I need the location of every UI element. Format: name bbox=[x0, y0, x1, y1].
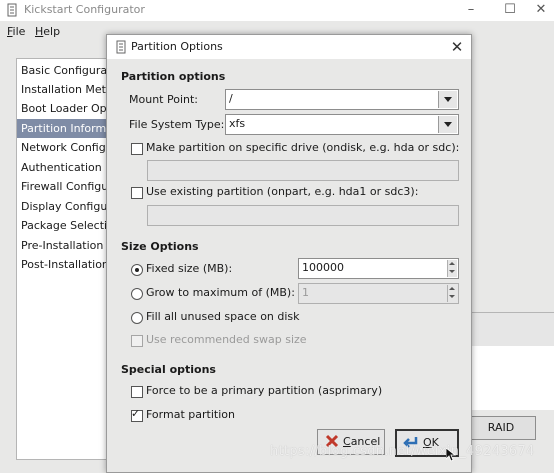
fs-type-dropdown-button[interactable] bbox=[438, 116, 457, 133]
mount-point-value: / bbox=[229, 92, 233, 105]
grow-value: 1 bbox=[302, 286, 309, 299]
fs-type-combo[interactable]: xfs bbox=[225, 114, 459, 135]
grow-label: Grow to maximum of (MB): bbox=[146, 286, 295, 299]
raid-button[interactable]: RAID bbox=[466, 416, 536, 440]
format-partition-label: Format partition bbox=[146, 408, 235, 421]
fs-type-value: xfs bbox=[229, 117, 246, 130]
grow-spinner[interactable]: 1 bbox=[298, 283, 459, 304]
window-title: Kickstart Configurator bbox=[24, 3, 145, 16]
fixed-size-value: 100000 bbox=[302, 261, 344, 274]
fixed-size-radio[interactable] bbox=[131, 264, 143, 276]
fill-disk-radio[interactable] bbox=[131, 312, 143, 324]
primary-partition-label: Force to be a primary partition (asprima… bbox=[146, 384, 383, 397]
dialog-titlebar: Partition Options ✕ bbox=[107, 35, 471, 59]
spin-down-icon bbox=[449, 295, 455, 298]
radio-selected-dot bbox=[135, 268, 139, 272]
spin-up-icon bbox=[449, 287, 455, 290]
partition-options-dialog: Partition Options ✕ Partition options Mo… bbox=[106, 34, 472, 473]
fixed-size-spin-buttons[interactable] bbox=[447, 260, 457, 277]
dialog-title: Partition Options bbox=[131, 40, 223, 53]
file-label-rest: ile bbox=[12, 25, 26, 38]
app-icon bbox=[7, 3, 17, 17]
fill-disk-label: Fill all unused space on disk bbox=[146, 310, 300, 323]
mount-point-label: Mount Point: bbox=[129, 93, 198, 106]
checkmark-icon: ✓ bbox=[131, 407, 141, 420]
existing-partition-checkbox[interactable] bbox=[131, 187, 143, 199]
chevron-down-icon bbox=[444, 97, 452, 102]
menu-help[interactable]: Help bbox=[35, 25, 60, 38]
chevron-down-icon bbox=[444, 122, 452, 127]
menu-file[interactable]: File bbox=[7, 25, 25, 38]
grow-spin-buttons[interactable] bbox=[447, 285, 457, 302]
maximize-button[interactable]: ☐ bbox=[497, 1, 523, 19]
grow-radio[interactable] bbox=[131, 288, 143, 300]
primary-partition-checkbox[interactable] bbox=[131, 386, 143, 398]
specific-drive-label: Make partition on specific drive (ondisk… bbox=[146, 141, 460, 154]
size-options-heading: Size Options bbox=[121, 240, 199, 253]
watermark: https://blog.csdn.net/weixin_49243674 bbox=[270, 444, 535, 459]
format-partition-checkbox[interactable]: ✓ bbox=[131, 407, 143, 422]
fixed-size-label: Fixed size (MB): bbox=[146, 262, 233, 275]
fs-type-label: File System Type: bbox=[129, 118, 225, 131]
mount-point-dropdown-button[interactable] bbox=[438, 91, 457, 108]
special-options-heading: Special options bbox=[121, 363, 216, 376]
mouse-cursor-icon bbox=[446, 448, 456, 462]
minimize-button[interactable]: – bbox=[458, 1, 484, 19]
existing-partition-field[interactable] bbox=[147, 205, 459, 226]
spin-down-icon bbox=[449, 270, 455, 273]
dialog-close-icon[interactable]: ✕ bbox=[447, 37, 467, 57]
partition-list[interactable] bbox=[466, 346, 554, 410]
close-window-button[interactable]: ✕ bbox=[528, 1, 554, 19]
partition-list-header bbox=[466, 312, 554, 347]
spin-up-icon bbox=[449, 262, 455, 265]
existing-partition-label: Use existing partition (onpart, e.g. hda… bbox=[146, 185, 419, 198]
specific-drive-field[interactable] bbox=[147, 160, 459, 181]
partition-options-heading: Partition options bbox=[121, 70, 226, 83]
swap-size-label: Use recommended swap size bbox=[146, 333, 307, 346]
mount-point-combo[interactable]: / bbox=[225, 89, 459, 110]
main-titlebar: Kickstart Configurator – ☐ ✕ bbox=[0, 0, 554, 21]
swap-size-checkbox[interactable] bbox=[131, 335, 143, 347]
specific-drive-checkbox[interactable] bbox=[131, 143, 143, 155]
dialog-app-icon bbox=[116, 40, 126, 54]
fixed-size-spinner[interactable]: 100000 bbox=[298, 258, 459, 279]
help-label-rest: elp bbox=[43, 25, 61, 38]
